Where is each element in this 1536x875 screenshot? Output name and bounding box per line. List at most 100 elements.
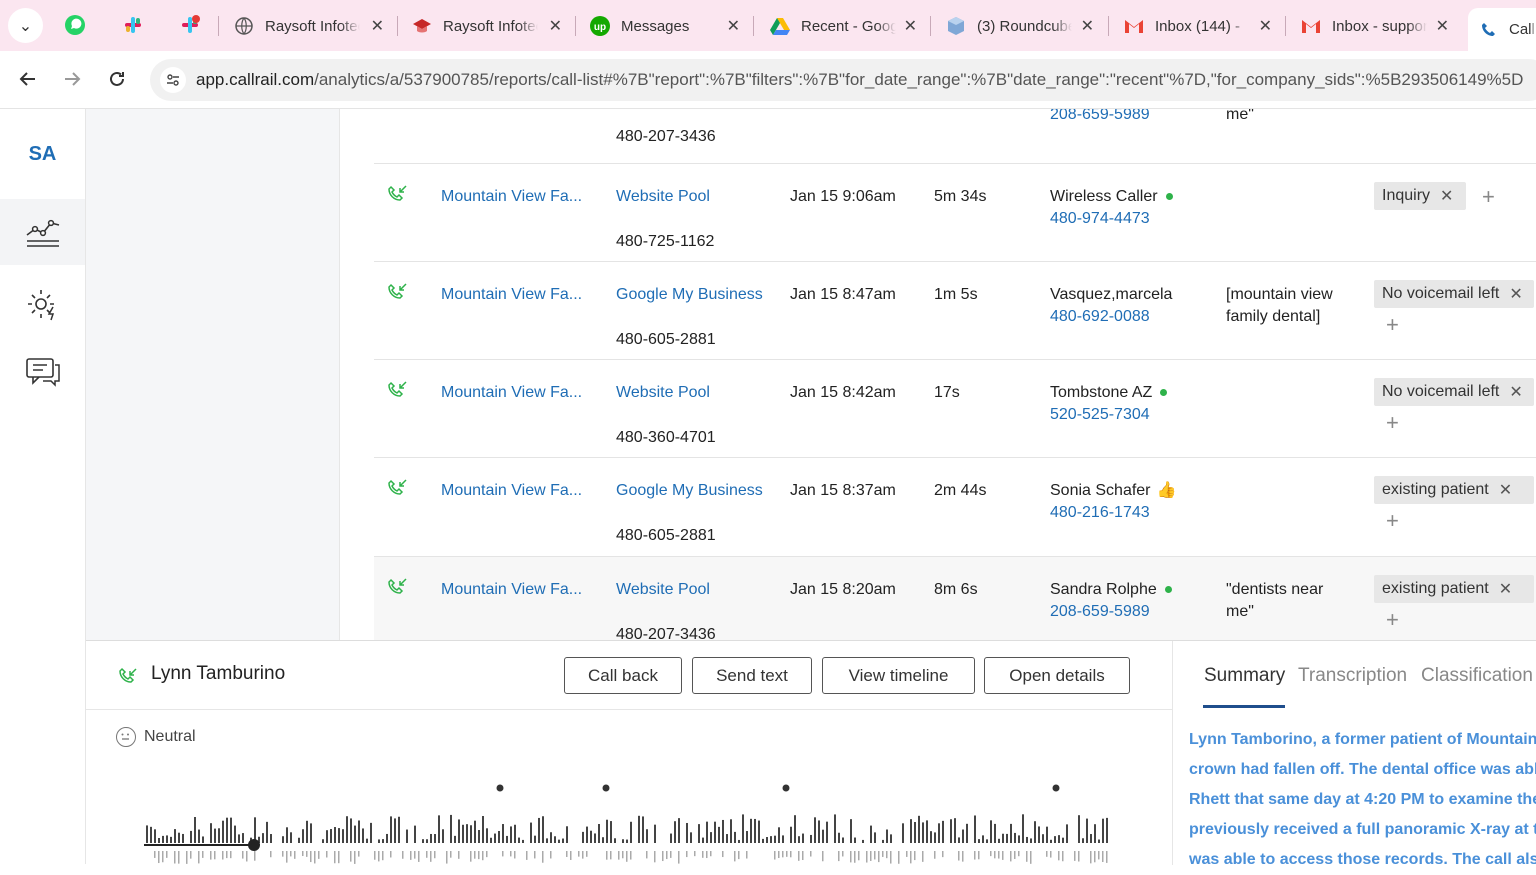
source-link[interactable]: Website Pool — [616, 382, 710, 404]
call-duration: 1m 5s — [934, 286, 978, 303]
settings-nav[interactable] — [0, 275, 85, 333]
table-row[interactable]: 480-207-3436 208-659-5989 me" — [374, 109, 1536, 164]
close-icon[interactable]: ✕ — [549, 16, 562, 36]
caller-phone-link[interactable]: 208-659-5989 — [1050, 109, 1150, 126]
add-tag-icon[interactable]: + — [1386, 410, 1399, 436]
view-timeline-button[interactable]: View timeline — [822, 657, 975, 694]
remove-tag-icon[interactable]: ✕ — [1509, 382, 1522, 402]
source-link[interactable]: Google My Business — [616, 480, 763, 502]
caller-phone-link[interactable]: 480-974-4473 — [1050, 208, 1150, 230]
remove-tag-icon[interactable]: ✕ — [1499, 579, 1512, 599]
caller-phone-link[interactable]: 480-692-0088 — [1050, 306, 1150, 328]
browser-tab[interactable]: (3) Roundcube ✕ — [946, 8, 1094, 44]
svg-text:up: up — [594, 22, 606, 33]
browser-tab[interactable]: up Messages ✕ — [590, 8, 740, 44]
tracking-number: 480-605-2881 — [616, 331, 716, 348]
browser-tab[interactable]: Recent - Google Drive ✕ — [770, 8, 917, 44]
company-link[interactable]: Mountain View Fa... — [441, 480, 582, 502]
table-row[interactable]: Mountain View Fa... Website Pool 480-360-4… — [374, 360, 1536, 458]
close-icon[interactable]: ✕ — [1081, 16, 1094, 36]
tag-label: Inquiry — [1382, 187, 1431, 204]
slack-icon[interactable] — [175, 10, 205, 40]
slack-icon[interactable] — [118, 10, 148, 40]
tab-search-button[interactable]: ⌄ — [8, 8, 43, 43]
caller-name: Tombstone AZ — [1050, 382, 1168, 404]
graduation-icon — [412, 16, 432, 36]
analytics-nav[interactable] — [0, 199, 85, 265]
add-tag-icon[interactable]: + — [1386, 607, 1399, 633]
caller-phone-link[interactable]: 208-659-5989 — [1050, 601, 1150, 623]
upwork-icon: up — [590, 16, 610, 36]
back-icon[interactable] — [14, 65, 42, 93]
add-tag-icon[interactable]: + — [1386, 508, 1399, 534]
tracking-number: 480-605-2881 — [616, 527, 716, 544]
table-row[interactable]: Mountain View Fa... Google My Business 480… — [374, 262, 1536, 360]
inbound-call-icon — [388, 479, 407, 495]
company-link[interactable]: Mountain View Fa... — [441, 186, 582, 208]
call-tag[interactable]: No voicemail left ✕ — [1374, 378, 1534, 406]
caller-phone-link[interactable]: 520-525-7304 — [1050, 404, 1150, 426]
playhead-handle[interactable] — [248, 839, 260, 851]
browser-tab-active[interactable]: Call — [1468, 8, 1536, 51]
browser-tab[interactable]: Inbox (144) - ✕ — [1124, 8, 1272, 44]
remove-tag-icon[interactable]: ✕ — [1509, 284, 1522, 304]
browser-tab[interactable]: Raysoft Infotech ✕ — [234, 8, 384, 44]
inbound-call-icon — [388, 381, 407, 397]
audio-waveform[interactable] — [144, 781, 1114, 865]
add-tag-icon[interactable]: + — [1482, 184, 1495, 210]
reload-icon[interactable] — [103, 65, 131, 93]
table-row[interactable]: Mountain View Fa... Website Pool 480-725-1… — [374, 164, 1536, 262]
company-link[interactable]: Mountain View Fa... — [441, 579, 582, 601]
status-dot — [1165, 193, 1173, 201]
keyword-text: me" — [1226, 109, 1254, 123]
call-tag[interactable]: existing patient ✕ — [1374, 575, 1534, 603]
tag-label: No voicemail left — [1382, 285, 1500, 302]
whatsapp-icon[interactable] — [60, 10, 90, 40]
tab-title: Inbox - support — [1332, 17, 1427, 35]
tab-classification[interactable]: Classification — [1421, 665, 1533, 687]
app-sidebar: SA — [0, 109, 86, 864]
call-tag[interactable]: No voicemail left ✕ — [1374, 280, 1534, 308]
browser-tab[interactable]: Inbox - support ✕ — [1301, 8, 1449, 44]
call-time: Jan 15 8:37am — [790, 482, 896, 499]
call-time: Jan 15 8:20am — [790, 581, 896, 598]
browser-tab[interactable]: Raysoft Infotech ✕ — [412, 8, 562, 44]
close-icon[interactable]: ✕ — [727, 16, 740, 36]
address-bar[interactable]: app.callrail.com/analytics/a/537900785/r… — [150, 59, 1536, 101]
close-icon[interactable]: ✕ — [371, 16, 384, 36]
call-back-button[interactable]: Call back — [564, 657, 682, 694]
tag-label: No voicemail left — [1382, 383, 1500, 400]
tab-transcription[interactable]: Transcription — [1298, 665, 1407, 687]
messages-nav[interactable] — [0, 343, 85, 401]
add-tag-icon[interactable]: + — [1386, 312, 1399, 338]
close-icon[interactable]: ✕ — [1259, 16, 1272, 36]
call-duration: 2m 44s — [934, 482, 987, 499]
table-row[interactable]: Mountain View Fa... Website Pool 480-207-3… — [374, 557, 1536, 640]
remove-tag-icon[interactable]: ✕ — [1499, 480, 1512, 500]
account-avatar[interactable]: SA — [0, 125, 85, 183]
forward-icon[interactable] — [58, 65, 86, 93]
remove-tag-icon[interactable]: ✕ — [1440, 186, 1453, 206]
close-icon[interactable]: ✕ — [904, 16, 917, 36]
send-text-button[interactable]: Send text — [692, 657, 812, 694]
tag-label: existing patient — [1382, 481, 1489, 498]
tab-title: Recent - Google Drive — [801, 17, 896, 35]
caller-phone-link[interactable]: 480-216-1743 — [1050, 502, 1150, 524]
site-settings-icon[interactable] — [160, 67, 186, 93]
call-time: Jan 15 8:42am — [790, 384, 896, 401]
call-tag[interactable]: Inquiry ✕ — [1374, 182, 1466, 210]
close-icon[interactable]: ✕ — [1436, 16, 1449, 36]
tracking-number: 480-725-1162 — [616, 233, 715, 250]
source-link[interactable]: Website Pool — [616, 579, 710, 601]
call-tag[interactable]: existing patient ✕ — [1374, 476, 1534, 504]
company-link[interactable]: Mountain View Fa... — [441, 284, 582, 306]
tab-summary[interactable]: Summary — [1204, 665, 1285, 687]
active-tab-indicator — [1203, 705, 1285, 708]
open-details-button[interactable]: Open details — [984, 657, 1130, 694]
browser-tab-strip: ⌄ Raysoft Infotech ✕ Raysoft Infotech ✕ … — [0, 0, 1536, 51]
company-link[interactable]: Mountain View Fa... — [441, 382, 582, 404]
source-link[interactable]: Website Pool — [616, 186, 710, 208]
status-dot — [1164, 586, 1172, 594]
table-row[interactable]: Mountain View Fa... Google My Business 480… — [374, 458, 1536, 557]
source-link[interactable]: Google My Business — [616, 284, 763, 306]
